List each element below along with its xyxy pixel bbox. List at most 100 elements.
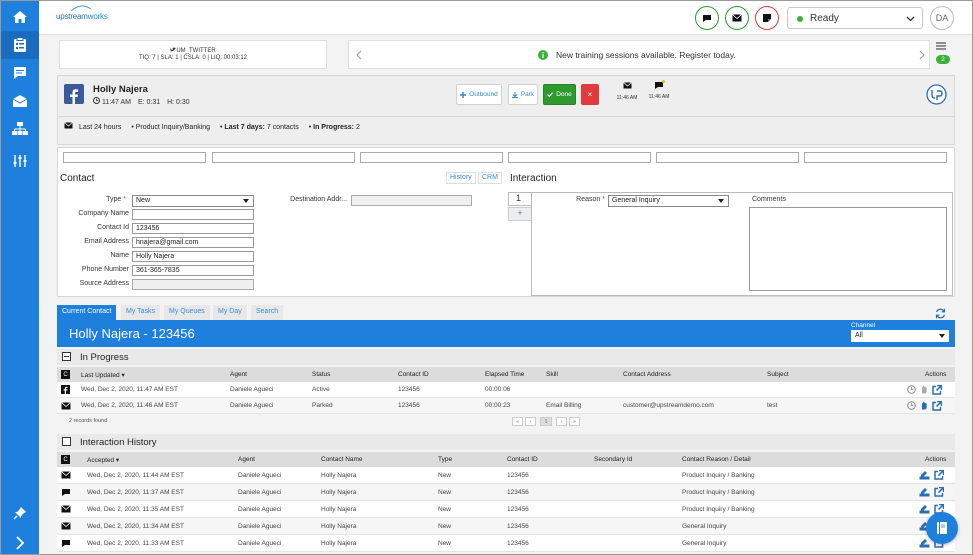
clock-icon[interactable] [907,385,916,394]
col-contact-name[interactable]: Contact Name [321,452,363,467]
tab-my-queues[interactable]: My Queues [164,305,210,320]
external-link-icon[interactable] [932,384,942,395]
history-button[interactable]: History [446,172,476,184]
tab-current-contact[interactable]: Current Contact [57,305,117,320]
agent-status-dropdown[interactable]: Ready [787,7,923,29]
pager-last[interactable]: » [569,417,580,426]
col-skill[interactable]: Skill [546,367,558,382]
channel-select[interactable]: All [851,330,949,342]
hand-icon[interactable] [920,401,928,410]
help-book-button[interactable] [926,512,958,544]
col-agent[interactable]: Agent [238,452,255,467]
avatar[interactable]: DA [930,6,954,30]
col-contact-id[interactable]: Contact ID [398,367,429,382]
custom-field-3[interactable] [360,152,503,163]
history-grid-header: C Accepted ▾ Agent Contact Name Type Con… [57,452,955,467]
col-status[interactable]: Status [312,367,330,382]
col-contact-address[interactable]: Contact Address [623,367,671,382]
pager-next[interactable]: › [556,417,567,426]
edit-note-icon[interactable] [919,470,930,480]
type-select[interactable]: New [132,195,254,207]
phone-number-field[interactable]: 361-365-7835 [132,265,254,276]
collapse-icon[interactable] [62,352,71,361]
outbound-button[interactable]: Outbound [456,84,502,105]
chevron-right-icon[interactable] [919,50,925,60]
home-icon[interactable] [1,3,39,31]
chat-icon [62,539,70,547]
sliders-icon[interactable] [1,147,39,175]
custom-field-5[interactable] [656,152,799,163]
clock-icon[interactable] [907,401,916,410]
chevron-right-icon[interactable] [1,529,39,554]
edit-note-icon[interactable] [919,504,930,514]
col-subject[interactable]: Subject [767,367,789,382]
mini-contact-chat[interactable]: 11:46 AM [646,80,672,100]
custom-field-6[interactable] [804,152,947,163]
comments-textarea[interactable] [749,207,947,291]
reason-select[interactable]: General Inquiry [608,195,729,207]
pager-first[interactable]: « [512,417,523,426]
contact-id-field[interactable]: 123456 [132,223,254,234]
external-link-icon[interactable] [934,470,944,480]
chat-icon[interactable] [1,59,39,87]
col-elapsed-time[interactable]: Elapsed Time [485,367,524,382]
table-row[interactable]: Wed, Dec 2, 2020, 11:37 AM EST Daniele Ag… [57,484,955,501]
tab-my-day[interactable]: My Day [213,305,247,320]
company-name-field[interactable] [132,209,254,220]
refresh-icon[interactable] [935,308,946,319]
custom-field-4[interactable] [508,152,651,163]
contact-summary: Last 24 hours • Product Inquiry/Banking … [64,122,360,131]
table-row[interactable]: Wed, Dec 2, 2020, 11:44 AM EST Daniele Ag… [57,467,955,484]
col-secondary-id[interactable]: Secondary Id [594,452,632,467]
custom-field-2[interactable] [212,152,355,163]
table-row[interactable]: Wed, Dec 2, 2020, 11:33 AM EST Daniele Ag… [57,535,955,552]
destination-address-field[interactable] [351,195,472,206]
table-row[interactable]: Wed, Dec 2, 2020, 11:35 AM EST Daniele Ag… [57,501,955,518]
col-agent[interactable]: Agent [230,367,247,382]
table-row[interactable]: Wed, Dec 2, 2020, 11:46 AM EST Daniele A… [57,398,955,414]
pager-page-1[interactable]: 1 [540,417,552,426]
channel-label: Channel [851,322,876,329]
pin-icon[interactable] [1,499,39,527]
chevron-left-icon[interactable] [356,50,362,60]
col-type[interactable]: Type [438,452,452,467]
edit-note-icon[interactable] [919,538,930,548]
hand-icon[interactable] [920,385,928,394]
table-row[interactable]: Wed, Dec 2, 2020, 11:34 AM EST Daniele Ag… [57,518,955,535]
chat-status-button[interactable] [695,6,719,30]
source-address-field[interactable] [132,279,254,290]
notification-text[interactable]: New training sessions available. Registe… [556,50,736,60]
crm-button[interactable]: CRM [478,172,502,184]
external-link-icon[interactable] [932,400,942,411]
pager-prev[interactable]: ‹ [525,417,536,426]
external-link-icon[interactable] [934,487,944,497]
add-interaction-button[interactable]: + [508,207,532,221]
upstream-logo-icon[interactable] [926,84,947,105]
contact-start-time: 11:47 AM [101,99,132,106]
done-button[interactable]: Done [543,84,576,105]
table-row[interactable]: Wed, Dec 2, 2020, 11:47 AM EST Daniele A… [57,382,955,398]
notification-count-badge: 2 [936,55,950,64]
name-field[interactable]: Holly Najera [132,251,254,262]
interaction-history-header[interactable]: Interaction History [57,434,955,450]
col-accepted[interactable]: Accepted ▾ [87,452,119,467]
custom-field-1[interactable] [63,152,206,163]
mail-icon[interactable] [1,87,39,115]
mini-contact-email[interactable]: 11:46 AM [614,82,640,101]
tab-search[interactable]: Search [251,305,284,320]
clipboard-icon[interactable] [1,31,39,59]
email-address-field[interactable]: hnajera@gmail.com [132,237,254,248]
tab-my-tasks[interactable]: My Tasks [121,305,161,320]
park-button[interactable]: Park [508,84,538,105]
org-chart-icon[interactable] [1,115,39,143]
col-contact-reason[interactable]: Contact Reason / Detail [682,452,751,467]
in-progress-header[interactable]: In Progress [57,349,955,365]
expand-icon[interactable] [62,437,71,446]
edit-note-icon[interactable] [919,487,930,497]
col-contact-id[interactable]: Contact ID [507,452,538,467]
email-status-button[interactable] [725,6,749,30]
close-contact-button[interactable]: × [581,84,599,105]
notifications-menu-button[interactable] [936,42,946,52]
task-status-button[interactable] [755,6,779,30]
col-last-updated[interactable]: Last Updated ▾ [81,367,125,382]
